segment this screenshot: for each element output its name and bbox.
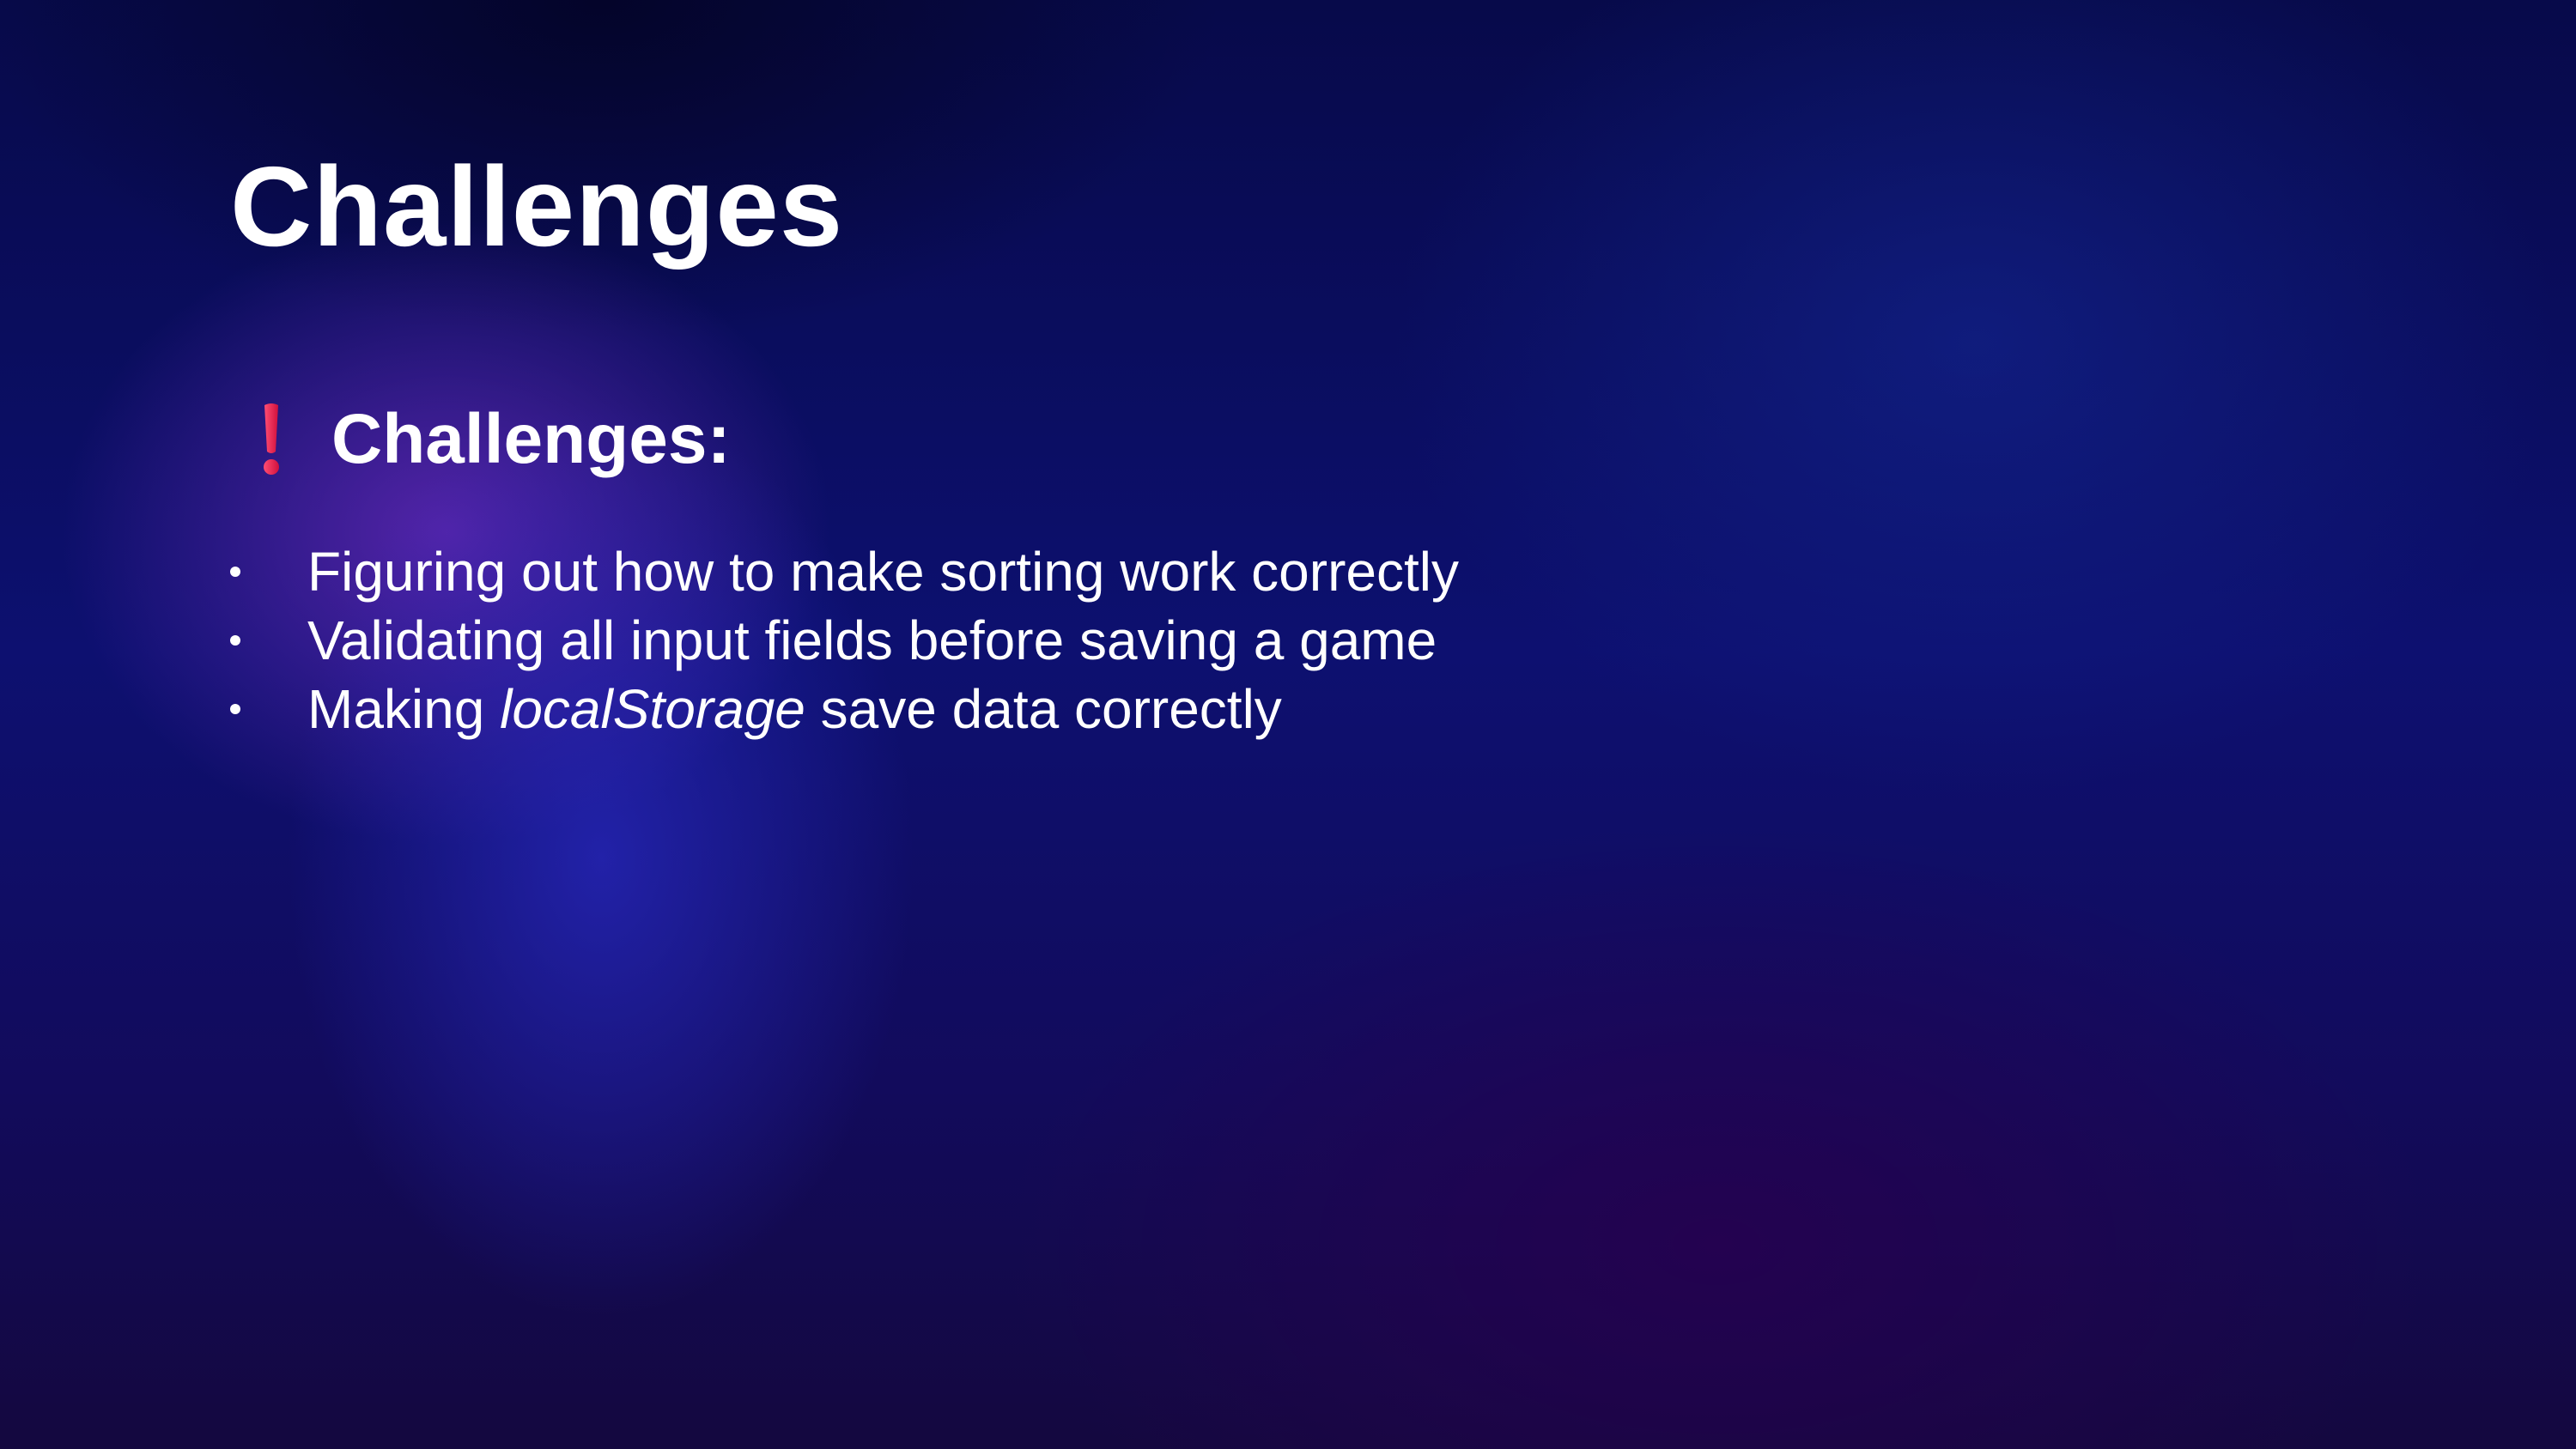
challenges-list: Figuring out how to make sorting work co… bbox=[225, 537, 1459, 743]
list-item-prefix: Making bbox=[307, 678, 501, 740]
list-item-text: Figuring out how to make sorting work co… bbox=[307, 541, 1459, 603]
list-item-text: Making localStorage save data correctly bbox=[307, 675, 1282, 743]
slide-title: Challenges bbox=[230, 143, 844, 270]
red-exclamation-icon bbox=[261, 402, 282, 477]
list-item: Figuring out how to make sorting work co… bbox=[225, 537, 1459, 606]
list-item: Making localStorage save data correctly bbox=[225, 675, 1459, 743]
bullet-icon bbox=[230, 704, 240, 714]
bullet-icon bbox=[230, 567, 240, 577]
slide: Challenges Challenges: Figuring out how … bbox=[0, 0, 2576, 1449]
list-item-suffix: save data correctly bbox=[805, 678, 1282, 740]
list-item-text: Validating all input fields before savin… bbox=[307, 609, 1437, 671]
list-item: Validating all input fields before savin… bbox=[225, 606, 1459, 675]
list-item-emphasis: localStorage bbox=[500, 678, 805, 740]
subheading-text: Challenges: bbox=[331, 400, 731, 478]
challenges-subheading: Challenges: bbox=[249, 402, 731, 477]
bullet-icon bbox=[230, 635, 240, 646]
